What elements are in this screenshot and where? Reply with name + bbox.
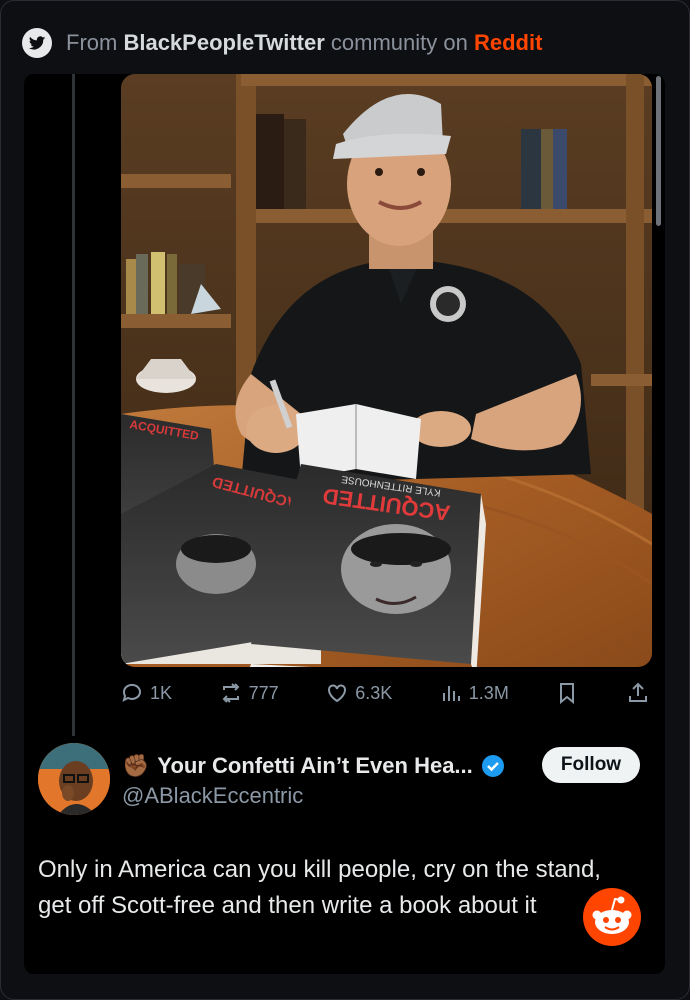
user-handle[interactable]: @ABlackEccentric (122, 783, 303, 809)
source-prefix: From (66, 30, 118, 55)
retweet-icon (222, 683, 240, 703)
twitter-bird-icon (22, 28, 52, 58)
tweet-actions: 1K 777 6.3K 1.3M (120, 678, 650, 708)
views-icon (442, 686, 460, 701)
avatar[interactable] (38, 743, 110, 815)
display-name[interactable]: Your Confetti Ain’t Even Hea... (157, 753, 472, 779)
reddit-snoo-icon[interactable] (583, 888, 641, 946)
views-count: 1.3M (468, 682, 509, 703)
retweet-action[interactable]: 777 (219, 681, 279, 705)
source-header: From BlackPeopleTwitter community on Red… (22, 26, 542, 60)
verified-badge-icon (481, 755, 504, 777)
display-name-row[interactable]: ✊🏾 Your Confetti Ain’t Even Hea... (122, 750, 505, 782)
like-count: 6.3K (355, 682, 393, 703)
reply-count: 1K (150, 682, 173, 703)
share-action[interactable] (626, 681, 650, 705)
reply-action[interactable]: 1K (120, 681, 172, 705)
platform-name[interactable]: Reddit (474, 30, 542, 55)
bookmark-action[interactable] (555, 681, 579, 705)
thread-line (72, 74, 75, 736)
tweet-photo[interactable]: ACQUITTED ACQUITTED ACQUITTED KYLE RITTE… (121, 74, 652, 667)
retweet-count: 777 (248, 682, 279, 703)
reply-icon (122, 683, 141, 702)
fist-emoji: ✊🏾 (122, 753, 150, 778)
views-action[interactable]: 1.3M (439, 681, 509, 705)
source-middle: community on (330, 30, 468, 55)
follow-button[interactable]: Follow (542, 747, 640, 783)
bookmark-icon (560, 683, 575, 705)
community-name[interactable]: BlackPeopleTwitter (123, 30, 324, 55)
scrollbar[interactable] (656, 76, 661, 226)
heart-icon (328, 684, 347, 703)
share-icon (628, 682, 647, 702)
tweet-text: Only in America can you kill people, cry… (38, 856, 601, 919)
like-action[interactable]: 6.3K (325, 681, 392, 705)
